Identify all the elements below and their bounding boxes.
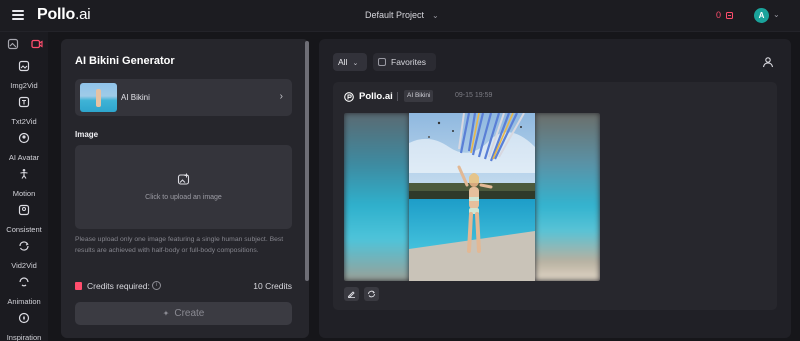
- sidebar-item-animation[interactable]: Animation: [0, 276, 48, 309]
- motion-icon: [20, 169, 28, 179]
- chevron-right-icon: ›: [279, 91, 283, 102]
- avatar[interactable]: A: [754, 8, 769, 23]
- sidebar-item-txt2vid[interactable]: Txt2Vid: [0, 96, 48, 129]
- sidebar-item-label: Animation: [7, 297, 41, 306]
- model-selector[interactable]: AI Bikini ›: [75, 79, 292, 116]
- video-mode-icon[interactable]: [31, 38, 43, 50]
- chevron-down-icon[interactable]: ⌄: [773, 10, 780, 19]
- credits-required-row: Credits required: i 10 Credits: [75, 281, 292, 293]
- image-upload-area[interactable]: Click to upload an image: [75, 145, 292, 229]
- video-video-icon: [19, 241, 29, 251]
- upload-prompt: Click to upload an image: [145, 194, 222, 201]
- page-title: AI Bikini Generator: [75, 55, 175, 67]
- project-selector[interactable]: Default Project ⌄: [365, 10, 439, 20]
- sidebar-item-inspiration[interactable]: Inspiration: [0, 312, 48, 341]
- results-panel: All ⌄ Favorites Pollo.ai AI Bikini 09-15 …: [319, 39, 791, 338]
- pencil-icon: [347, 291, 355, 298]
- generator-panel: AI Bikini Generator AI Bikini › Image Cl…: [61, 39, 309, 338]
- divider: [397, 92, 398, 101]
- result-brand: Pollo.ai: [359, 91, 393, 102]
- top-bar: Pollo.ai Default Project ⌄ 0 A ⌄: [0, 0, 800, 32]
- info-icon[interactable]: i: [152, 281, 161, 290]
- sidebar-item-label: Consistent: [6, 225, 42, 234]
- image-video-icon: [18, 60, 30, 72]
- sidebar-item-vid2vid[interactable]: Vid2Vid: [0, 240, 48, 273]
- credits-value: 10 Credits: [253, 281, 292, 291]
- brand-logo[interactable]: Pollo.ai: [37, 6, 91, 24]
- model-thumbnail: [80, 83, 117, 112]
- sidebar-mode-switch: [0, 38, 48, 52]
- sparkle-icon: ✦: [162, 309, 170, 318]
- sidebar-item-consistent[interactable]: Consistent: [0, 204, 48, 237]
- result-card: Pollo.ai AI Bikini 09-15 19:59: [333, 82, 777, 310]
- create-button[interactable]: ✦ Create: [75, 302, 292, 325]
- sidebar-item-label: Motion: [12, 189, 36, 198]
- sidebar-item-ai-avatar[interactable]: AI Avatar: [0, 132, 48, 165]
- upload-hint: Please upload only one image featuring a…: [75, 236, 284, 254]
- credits-label: Credits required:: [87, 281, 150, 291]
- credit-coin-icon: [725, 11, 733, 19]
- credit-stack-icon: [75, 282, 82, 290]
- menu-icon[interactable]: [12, 10, 24, 20]
- sidebar-item-img2vid[interactable]: Img2Vid: [0, 60, 48, 93]
- sidebar-item-label: Img2Vid: [10, 81, 38, 90]
- favorites-filter[interactable]: Favorites: [373, 53, 436, 71]
- sidebar-item-label: Vid2Vid: [11, 261, 37, 270]
- credits-indicator[interactable]: 0: [716, 10, 733, 20]
- avatar-icon: [18, 132, 30, 144]
- animation-icon: [19, 277, 29, 287]
- panel-scrollbar[interactable]: [305, 41, 309, 281]
- brand-suffix: .ai: [75, 6, 91, 23]
- sidebar-item-label: Txt2Vid: [11, 117, 37, 126]
- generated-image[interactable]: [344, 113, 600, 281]
- credits-count: 0: [716, 10, 722, 20]
- sidebar-item-motion[interactable]: Motion: [0, 168, 48, 201]
- sidebar-item-label: Inspiration: [6, 333, 42, 341]
- sidebar-item-label: AI Avatar: [8, 153, 40, 162]
- text-video-icon: [18, 96, 30, 108]
- chevron-down-icon: ⌄: [432, 11, 439, 20]
- regenerate-button[interactable]: [364, 287, 379, 301]
- image-section-label: Image: [75, 130, 99, 139]
- edit-button[interactable]: [344, 287, 359, 301]
- person-icon[interactable]: [762, 56, 774, 68]
- image-upload-icon: [177, 173, 190, 185]
- sidebar: Img2Vid Txt2Vid AI Avatar Motion Consist…: [0, 32, 48, 341]
- project-name: Default Project: [365, 10, 425, 20]
- filter-dropdown[interactable]: All ⌄: [333, 53, 367, 71]
- create-label: Create: [174, 308, 205, 319]
- favorites-checkbox[interactable]: [378, 58, 386, 66]
- compass-icon: [18, 312, 30, 324]
- image-blur-left: [344, 113, 409, 281]
- image-blur-right: [535, 113, 600, 281]
- filter-value: All: [338, 57, 348, 67]
- brand-name: Pollo: [37, 6, 76, 23]
- model-tag: AI Bikini: [404, 90, 434, 102]
- image-mode-icon[interactable]: [7, 38, 19, 50]
- model-name: AI Bikini: [121, 93, 150, 102]
- consistent-icon: [18, 204, 30, 216]
- refresh-icon: [368, 290, 375, 298]
- favorites-label: Favorites: [391, 57, 426, 67]
- result-timestamp: 09-15 19:59: [455, 92, 493, 99]
- pollo-logo-icon: [344, 92, 354, 102]
- chevron-down-icon: ⌄: [352, 60, 359, 67]
- generated-photo: [409, 113, 535, 281]
